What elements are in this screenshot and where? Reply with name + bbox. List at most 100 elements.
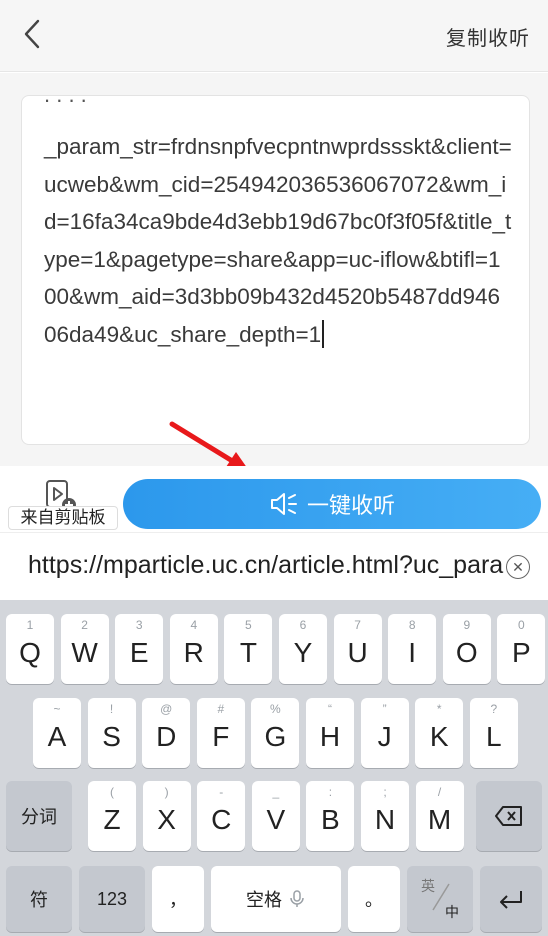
key-q[interactable]: 1Q bbox=[6, 614, 54, 684]
space-key[interactable]: 空格 bbox=[211, 866, 341, 932]
key-y[interactable]: 6Y bbox=[279, 614, 327, 684]
key-label: V bbox=[266, 804, 286, 835]
segment-key[interactable]: 分词 bbox=[6, 781, 72, 851]
key-hint: / bbox=[437, 785, 442, 799]
key-o[interactable]: 9O bbox=[442, 614, 491, 684]
key-label: C bbox=[211, 804, 232, 835]
key-hint: 4 bbox=[190, 618, 198, 632]
key-label: K bbox=[429, 721, 449, 752]
key-label: Y bbox=[293, 637, 313, 668]
key-label: R bbox=[183, 637, 204, 668]
key-label: G bbox=[264, 721, 287, 752]
key-b[interactable]: :B bbox=[306, 781, 355, 851]
key-hint: ” bbox=[382, 702, 387, 716]
key-label: N bbox=[374, 804, 396, 835]
key-w[interactable]: 2W bbox=[60, 614, 109, 684]
copy-listen-button[interactable]: 复制收听 bbox=[446, 22, 530, 51]
key-hint: “ bbox=[328, 702, 332, 716]
comma-key[interactable]: ， bbox=[152, 866, 204, 932]
key-label: W bbox=[71, 637, 98, 668]
text-input-box[interactable]: . . . . _param_str=frdnsnpfvecpntnwprdss… bbox=[21, 95, 530, 445]
key-d[interactable]: @ D bbox=[142, 698, 191, 768]
key-hint: 6 bbox=[299, 618, 307, 632]
key-hint: 0 bbox=[518, 618, 525, 632]
key-label: F bbox=[212, 721, 230, 752]
comma-key-label: ， bbox=[169, 890, 187, 910]
key-p[interactable]: 0P bbox=[497, 614, 546, 684]
key-hint: 2 bbox=[81, 618, 88, 632]
key-g[interactable]: % G bbox=[251, 698, 300, 768]
symbol-key-label: 符 bbox=[30, 890, 48, 910]
key-h[interactable]: “H bbox=[306, 698, 354, 768]
key-r[interactable]: 4R bbox=[169, 614, 218, 684]
clipboard-button[interactable]: 来自剪贴板 bbox=[4, 474, 118, 532]
key-u[interactable]: 7U bbox=[333, 614, 382, 684]
key-hint: - bbox=[219, 785, 224, 799]
key-hint: ( bbox=[110, 785, 114, 799]
symbol-key[interactable]: 符 bbox=[6, 866, 72, 932]
key-label: T bbox=[239, 637, 257, 668]
key-l[interactable]: ? L bbox=[469, 698, 518, 768]
top-bar: 复制收听 bbox=[0, 0, 548, 72]
ime-bottom-label: 中 bbox=[445, 904, 459, 920]
period-key[interactable]: 。 bbox=[348, 866, 400, 932]
key-a[interactable]: ~ A bbox=[33, 698, 81, 768]
key-f[interactable]: # F bbox=[196, 698, 245, 768]
key-hint: _ bbox=[272, 785, 280, 799]
language-switch-key[interactable]: 英 中 bbox=[407, 866, 473, 932]
key-label: U bbox=[347, 637, 368, 668]
number-key-label: 123 bbox=[96, 888, 128, 909]
space-key-label: 空格 bbox=[246, 890, 282, 910]
key-label: X bbox=[157, 804, 176, 835]
key-c[interactable]: -C bbox=[197, 781, 246, 851]
key-n[interactable]: ; N bbox=[361, 781, 409, 851]
main-area: . . . . _param_str=frdnsnpfvecpntnwprdss… bbox=[0, 73, 548, 466]
backspace-icon bbox=[495, 806, 522, 826]
clipboard-label: 来自剪贴板 bbox=[8, 506, 118, 530]
key-label: S bbox=[102, 721, 121, 752]
key-label: P bbox=[512, 637, 531, 668]
key-e[interactable]: 3E bbox=[115, 614, 164, 684]
key-hint: ? bbox=[490, 702, 498, 716]
url-suggestion-bar[interactable]: https://mparticle.uc.cn/article.html?uc_… bbox=[0, 532, 548, 600]
key-hint: 8 bbox=[408, 618, 416, 632]
key-hint: 3 bbox=[135, 618, 143, 632]
key-i[interactable]: 8I bbox=[388, 614, 437, 684]
key-k[interactable]: * K bbox=[415, 698, 464, 768]
key-hint: ) bbox=[164, 785, 169, 799]
key-hint: 1 bbox=[26, 618, 34, 632]
key-hint: : bbox=[328, 785, 333, 799]
key-s[interactable]: ! S bbox=[87, 698, 136, 768]
key-hint: # bbox=[217, 702, 225, 716]
key-hint: * bbox=[436, 702, 442, 716]
key-v[interactable]: _ V bbox=[251, 781, 300, 851]
key-t[interactable]: 5T bbox=[224, 614, 273, 684]
key-hint: ; bbox=[383, 785, 387, 799]
keyboard: 分词 符 123 ， 空格 。 英 中 1 Q 2 W 3 E 4 R 5 T … bbox=[0, 600, 548, 936]
key-x[interactable]: ) X bbox=[142, 781, 191, 851]
close-suggestion-icon[interactable]: ✕ bbox=[506, 555, 530, 579]
back-button[interactable] bbox=[14, 16, 50, 52]
url-suggestion-text[interactable]: https://mparticle.uc.cn/article.html?uc_… bbox=[28, 551, 504, 580]
key-label: D bbox=[156, 721, 177, 752]
key-hint: 9 bbox=[463, 618, 471, 632]
key-m[interactable]: / M bbox=[415, 781, 464, 851]
text-caret bbox=[322, 319, 324, 348]
key-label: L bbox=[486, 721, 502, 752]
action-row: 来自剪贴板 一键收听 bbox=[0, 466, 548, 532]
key-hint: % bbox=[270, 702, 281, 716]
backspace-key[interactable] bbox=[476, 781, 542, 851]
enter-key[interactable] bbox=[480, 866, 542, 932]
enter-icon bbox=[500, 891, 522, 909]
key-label: E bbox=[129, 637, 149, 668]
key-hint: ! bbox=[109, 702, 114, 716]
key-label: Q bbox=[19, 637, 41, 668]
key-hint: 7 bbox=[354, 618, 361, 632]
number-key[interactable]: 123 bbox=[79, 866, 145, 932]
text-content[interactable]: _param_str=frdnsnpfvecpntnwprdssskt&clie… bbox=[44, 128, 512, 353]
key-z[interactable]: (Z bbox=[88, 781, 136, 851]
key-label: A bbox=[47, 721, 67, 752]
one-click-listen-button[interactable]: 一键收听 bbox=[123, 479, 541, 529]
key-j[interactable]: ” J bbox=[360, 698, 409, 768]
chevron-left-icon bbox=[24, 19, 40, 49]
